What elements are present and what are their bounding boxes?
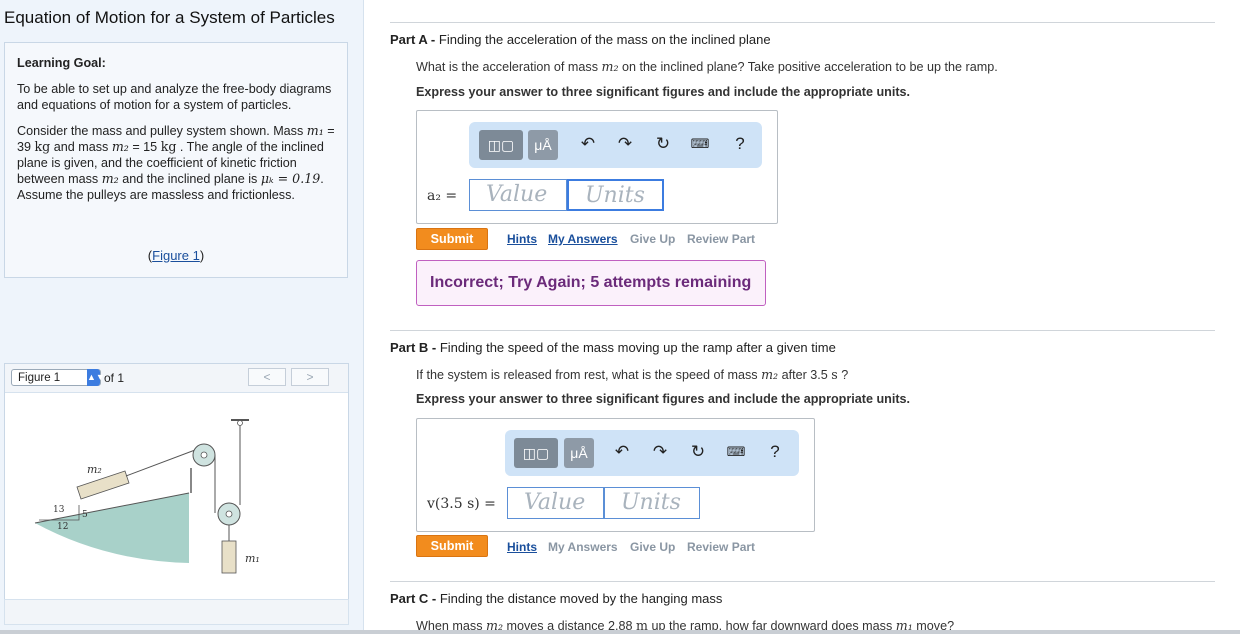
label-m1: m₁: [245, 552, 260, 565]
figure-link-wrap: (Figure 1): [5, 248, 347, 264]
review-part-link[interactable]: Review Part: [687, 540, 755, 554]
template-icon[interactable]: ◫▢: [479, 130, 523, 160]
figure-count: of 1: [104, 371, 125, 385]
undo-icon[interactable]: ↶: [612, 442, 632, 462]
part-b-title-text: Finding the speed of the mass moving up …: [439, 340, 836, 355]
figure-link[interactable]: Figure 1: [152, 248, 200, 263]
pulley-diagram: 13 5 12 m₂ m₁: [34, 419, 260, 574]
label-m2: m₂: [87, 463, 102, 476]
part-a-label: a₂ =: [427, 188, 458, 204]
learning-goal-text: To be able to set up and analyze the fre…: [17, 82, 332, 112]
part-b-label: v(3.5 s) =: [427, 496, 496, 512]
part-b-instruction: Express your answer to three significant…: [416, 392, 911, 406]
submit-button[interactable]: Submit: [416, 228, 488, 250]
divider: [390, 581, 1215, 582]
text-run: If the system is released from rest, wha…: [416, 368, 762, 382]
var-m2: m₂: [761, 367, 779, 382]
part-c-prefix: Part C -: [390, 591, 440, 606]
keyboard-icon[interactable]: ⌨: [726, 442, 746, 462]
figure-select[interactable]: Figure 1 ▲▼: [11, 369, 105, 386]
slope-adj-label: 12: [57, 522, 68, 532]
part-b-prefix: Part B -: [390, 340, 440, 355]
window-bottom-edge: [0, 630, 1240, 634]
template-icon[interactable]: ◫▢: [514, 438, 558, 468]
part-a-answer-box: ◫▢ μÅ ↶ ↷ ↻ ⌨ ? a₂ = Value Units: [416, 110, 778, 224]
figure-panel-footer: [4, 599, 349, 625]
part-c-title-text: Finding the distance moved by the hangin…: [439, 591, 723, 606]
units-input[interactable]: Units: [604, 487, 700, 519]
reset-icon[interactable]: ↻: [653, 134, 673, 154]
pulley-axle: [225, 510, 233, 518]
part-a-prefix: Part A -: [390, 32, 439, 47]
review-part-link[interactable]: Review Part: [687, 232, 755, 246]
paren: ): [199, 248, 205, 263]
unit-kg: kg: [34, 139, 51, 154]
text-run: ?: [837, 368, 849, 382]
units-icon[interactable]: μÅ: [564, 438, 594, 468]
give-up-link[interactable]: Give Up: [630, 540, 675, 554]
text-run: and mass: [50, 140, 112, 154]
my-answers-link[interactable]: My Answers: [548, 540, 618, 554]
part-b-question: If the system is released from rest, wha…: [416, 367, 848, 382]
give-up-link[interactable]: Give Up: [630, 232, 675, 246]
text-run: on the inclined plane? Take positive acc…: [618, 60, 998, 74]
units-icon[interactable]: μÅ: [528, 130, 558, 160]
text-run: after 3.5: [778, 368, 832, 382]
page-title: Equation of Motion for a System of Parti…: [4, 8, 335, 27]
var-m2: m₂: [601, 59, 619, 74]
learning-goal-box: Learning Goal: To be able to set up and …: [4, 42, 348, 278]
var-m2: m₂: [101, 171, 119, 186]
redo-icon[interactable]: ↷: [650, 442, 670, 462]
reset-icon[interactable]: ↻: [688, 442, 708, 462]
text-run: What is the acceleration of mass: [416, 60, 602, 74]
part-c-title: Part C - Finding the distance moved by t…: [390, 591, 722, 606]
part-b-answer-box: ◫▢ μÅ ↶ ↷ ↻ ⌨ ? v(3.5 s) = Value Units: [416, 418, 815, 532]
var-m2: m₂: [111, 139, 129, 154]
part-a-question: What is the acceleration of mass m₂ on t…: [416, 59, 998, 74]
unit-kg: kg: [160, 139, 177, 154]
part-a-instruction: Express your answer to three significant…: [416, 85, 911, 99]
block-m1: [221, 540, 237, 574]
figure-panel: Figure 1 ▲▼ of 1 < > 13 5 12 m₂ m₁: [4, 363, 349, 625]
part-a-title: Part A - Finding the acceleration of the…: [390, 32, 771, 47]
var-mu-k: μₖ = 0.19: [260, 171, 321, 186]
chevron-updown-icon: ▲▼: [87, 369, 105, 386]
help-icon[interactable]: ?: [765, 442, 785, 462]
hints-link[interactable]: Hints: [507, 232, 537, 246]
left-panel: Equation of Motion for a System of Parti…: [0, 0, 364, 634]
slope-opp-label: 5: [82, 510, 88, 520]
next-figure-button[interactable]: >: [291, 368, 329, 386]
feedback-message: Incorrect; Try Again; 5 attempts remaini…: [416, 260, 766, 306]
pulley-axle: [200, 451, 208, 459]
undo-icon[interactable]: ↶: [578, 134, 598, 154]
part-a-title-text: Finding the acceleration of the mass on …: [438, 32, 771, 47]
text-run: Consider the mass and pulley system show…: [17, 124, 307, 138]
units-input[interactable]: Units: [567, 179, 664, 211]
hints-link[interactable]: Hints: [507, 540, 537, 554]
figure-select-value: Figure 1: [18, 372, 61, 384]
help-icon[interactable]: ?: [730, 134, 750, 154]
figure-toolbar: Figure 1 ▲▼ of 1 < >: [5, 364, 348, 393]
var-m1: m₁: [306, 123, 324, 138]
math-toolbar: ◫▢ μÅ ↶ ↷ ↻ ⌨ ?: [469, 122, 762, 168]
text-run: and the inclined plane is: [118, 172, 261, 186]
learning-goal-heading: Learning Goal:: [17, 56, 106, 70]
keyboard-icon[interactable]: ⌨: [690, 134, 710, 154]
slope-hyp-label: 13: [53, 505, 65, 515]
submit-button[interactable]: Submit: [416, 535, 488, 557]
part-b-title: Part B - Finding the speed of the mass m…: [390, 340, 836, 355]
block-m2: [76, 470, 130, 500]
my-answers-link[interactable]: My Answers: [548, 232, 618, 246]
problem-statement: Consider the mass and pulley system show…: [17, 123, 335, 203]
redo-icon[interactable]: ↷: [615, 134, 635, 154]
math-toolbar: ◫▢ μÅ ↶ ↷ ↻ ⌨ ?: [505, 430, 799, 476]
ceiling-anchor: [237, 420, 243, 426]
divider: [390, 330, 1215, 331]
value-input[interactable]: Value: [469, 179, 567, 211]
value-input[interactable]: Value: [507, 487, 604, 519]
text-run: = 15: [128, 140, 161, 154]
divider: [390, 22, 1215, 23]
prev-figure-button[interactable]: <: [248, 368, 286, 386]
